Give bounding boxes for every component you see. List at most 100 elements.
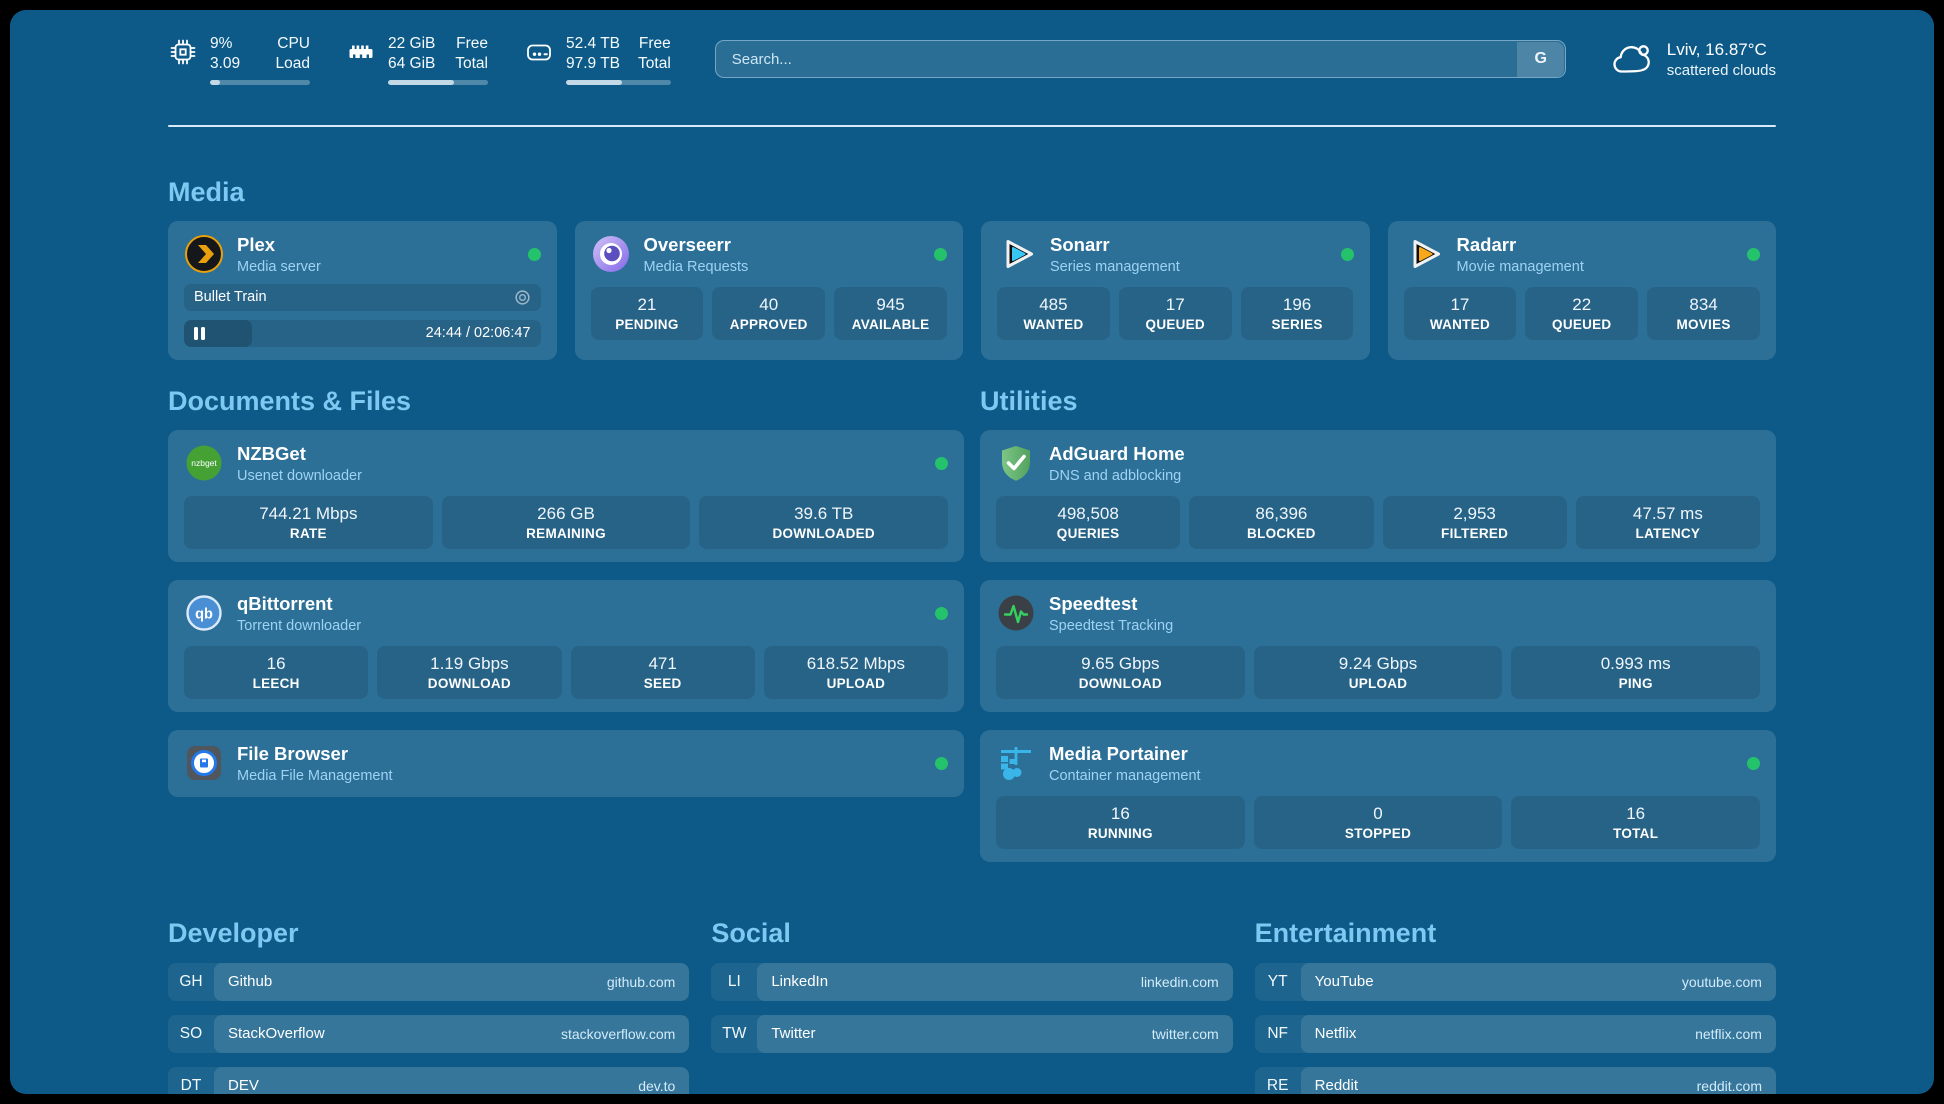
speedtest-icon bbox=[996, 593, 1036, 633]
app-card-overseerr[interactable]: Overseerr Media Requests 21PENDING 40APP… bbox=[575, 221, 964, 360]
search-engine-button[interactable]: G bbox=[1517, 42, 1564, 77]
stat-tile: 0STOPPED bbox=[1254, 796, 1503, 849]
stat-tile: 21PENDING bbox=[591, 287, 704, 340]
playback-time: 24:44 / 02:06:47 bbox=[426, 325, 531, 341]
link-url: netflix.com bbox=[1695, 1026, 1762, 1042]
stat-tile: 0.993 msPING bbox=[1511, 646, 1760, 699]
nzbget-icon: nzbget bbox=[184, 443, 224, 483]
card-subtitle: Media server bbox=[237, 259, 321, 275]
search-input[interactable] bbox=[715, 40, 1566, 78]
disk-total-label: Total bbox=[638, 54, 671, 74]
portainer-icon bbox=[996, 743, 1036, 783]
link-row-dev[interactable]: DT DEVdev.to bbox=[168, 1067, 689, 1094]
link-abbr: YT bbox=[1255, 973, 1301, 991]
app-card-nzbget[interactable]: nzbget NZBGet Usenet downloader 744.21 M… bbox=[168, 430, 964, 562]
stat-tile: 196SERIES bbox=[1241, 287, 1354, 340]
app-card-radarr[interactable]: Radarr Movie management 17WANTED 22QUEUE… bbox=[1388, 221, 1777, 360]
link-name: Netflix bbox=[1315, 1025, 1357, 1042]
ram-progress-fill bbox=[388, 80, 454, 85]
link-row-youtube[interactable]: YT YouTube youtube.com bbox=[1255, 963, 1776, 1001]
link-url: twitter.com bbox=[1152, 1026, 1219, 1042]
stat-tile: 22QUEUED bbox=[1525, 287, 1638, 340]
stat-tile: 945AVAILABLE bbox=[834, 287, 947, 340]
section-title-utilities: Utilities bbox=[980, 386, 1776, 417]
card-subtitle: Torrent downloader bbox=[237, 618, 361, 634]
disk-free-label: Free bbox=[639, 34, 671, 54]
links-column-social: Social LI LinkedInlinkedin.com TW Twitte… bbox=[711, 918, 1232, 1053]
svg-text:qb: qb bbox=[195, 607, 213, 623]
status-dot bbox=[935, 457, 948, 470]
stat-tile: 498,508QUERIES bbox=[996, 496, 1180, 549]
stat-tile: 16RUNNING bbox=[996, 796, 1245, 849]
utilities-column: Utilities AdGuard Home DNS and adblockin… bbox=[980, 386, 1776, 862]
app-card-sonarr[interactable]: Sonarr Series management 485WANTED 17QUE… bbox=[981, 221, 1370, 360]
cpu-label: CPU bbox=[277, 34, 310, 54]
link-abbr: TW bbox=[711, 1025, 757, 1043]
cloud-icon bbox=[1610, 40, 1654, 78]
weather-location-temp: Lviv, 16.87°C bbox=[1667, 39, 1776, 62]
link-abbr: NF bbox=[1255, 1025, 1301, 1043]
stat-tile: 17WANTED bbox=[1404, 287, 1517, 340]
cpu-usage: 9% bbox=[210, 34, 232, 54]
circle-dot-icon[interactable] bbox=[514, 289, 531, 306]
radarr-icon bbox=[1404, 234, 1444, 274]
link-row-linkedin[interactable]: LI LinkedInlinkedin.com bbox=[711, 963, 1232, 1001]
pause-icon[interactable] bbox=[194, 327, 205, 340]
app-card-filebrowser[interactable]: File Browser Media File Management bbox=[168, 730, 964, 797]
link-row-github[interactable]: GH Githubgithub.com bbox=[168, 963, 689, 1001]
stat-tile: 86,396BLOCKED bbox=[1189, 496, 1373, 549]
search-bar: G bbox=[715, 40, 1566, 78]
app-card-speedtest[interactable]: Speedtest Speedtest Tracking 9.65 GbpsDO… bbox=[980, 580, 1776, 712]
section-title-developer: Developer bbox=[168, 918, 689, 949]
app-card-plex[interactable]: Plex Media server Bullet Train 24:44 / 0… bbox=[168, 221, 557, 360]
card-title: qBittorrent bbox=[237, 593, 361, 615]
app-card-adguard[interactable]: AdGuard Home DNS and adblocking 498,508Q… bbox=[980, 430, 1776, 562]
link-name: YouTube bbox=[1315, 973, 1374, 990]
link-row-twitter[interactable]: TW Twittertwitter.com bbox=[711, 1015, 1232, 1053]
ram-total: 64 GiB bbox=[388, 54, 435, 74]
ram-free: 22 GiB bbox=[388, 34, 435, 54]
weather-widget: Lviv, 16.87°C scattered clouds bbox=[1610, 39, 1776, 79]
cpu-icon bbox=[168, 37, 198, 67]
link-url: linkedin.com bbox=[1141, 974, 1219, 990]
now-playing-title: Bullet Train bbox=[194, 289, 267, 305]
status-dot bbox=[935, 757, 948, 770]
stat-tile: 16TOTAL bbox=[1511, 796, 1760, 849]
link-url: dev.to bbox=[638, 1078, 675, 1094]
filebrowser-icon bbox=[184, 743, 224, 783]
playback-progress-row[interactable]: 24:44 / 02:06:47 bbox=[184, 320, 541, 347]
card-title: Overseerr bbox=[644, 234, 749, 256]
disk-free: 52.4 TB bbox=[566, 34, 620, 54]
section-title-documents: Documents & Files bbox=[168, 386, 964, 417]
section-title-social: Social bbox=[711, 918, 1232, 949]
link-row-netflix[interactable]: NF Netflix netflix.com bbox=[1255, 1015, 1776, 1053]
stat-tile: 266 GBREMAINING bbox=[442, 496, 691, 549]
card-subtitle: Container management bbox=[1049, 768, 1201, 784]
app-card-portainer[interactable]: Media Portainer Container management 16R… bbox=[980, 730, 1776, 862]
cpu-load: 3.09 bbox=[210, 54, 240, 74]
link-name: LinkedIn bbox=[771, 973, 828, 990]
card-title: Speedtest bbox=[1049, 593, 1173, 615]
status-dot bbox=[1341, 248, 1354, 261]
links-column-entertainment: Entertainment YT YouTubeyoutube.com NF N… bbox=[1255, 918, 1776, 1094]
card-title: AdGuard Home bbox=[1049, 443, 1185, 465]
overseerr-icon bbox=[591, 234, 631, 274]
link-url: stackoverflow.com bbox=[561, 1026, 675, 1042]
link-row-reddit[interactable]: RE Redditreddit.com bbox=[1255, 1067, 1776, 1094]
card-title: Plex bbox=[237, 234, 321, 256]
stat-tile: 744.21 MbpsRATE bbox=[184, 496, 433, 549]
app-card-qbittorrent[interactable]: qb qBittorrent Torrent downloader 16LEEC… bbox=[168, 580, 964, 712]
stat-tile: 618.52 MbpsUPLOAD bbox=[764, 646, 948, 699]
svg-text:nzbget: nzbget bbox=[191, 458, 217, 468]
ram-total-label: Total bbox=[455, 54, 488, 74]
link-abbr: SO bbox=[168, 1025, 214, 1043]
stat-tile: 16LEECH bbox=[184, 646, 368, 699]
link-name: Github bbox=[228, 973, 272, 990]
stat-tile: 9.24 GbpsUPLOAD bbox=[1254, 646, 1503, 699]
system-widgets: 9%CPU 3.09Load 22 GiBF bbox=[168, 34, 671, 85]
ram-icon bbox=[346, 37, 376, 67]
link-name: Reddit bbox=[1315, 1077, 1358, 1094]
link-url: youtube.com bbox=[1682, 974, 1762, 990]
link-row-stackoverflow[interactable]: SO StackOverflowstackoverflow.com bbox=[168, 1015, 689, 1053]
ram-free-label: Free bbox=[456, 34, 488, 54]
